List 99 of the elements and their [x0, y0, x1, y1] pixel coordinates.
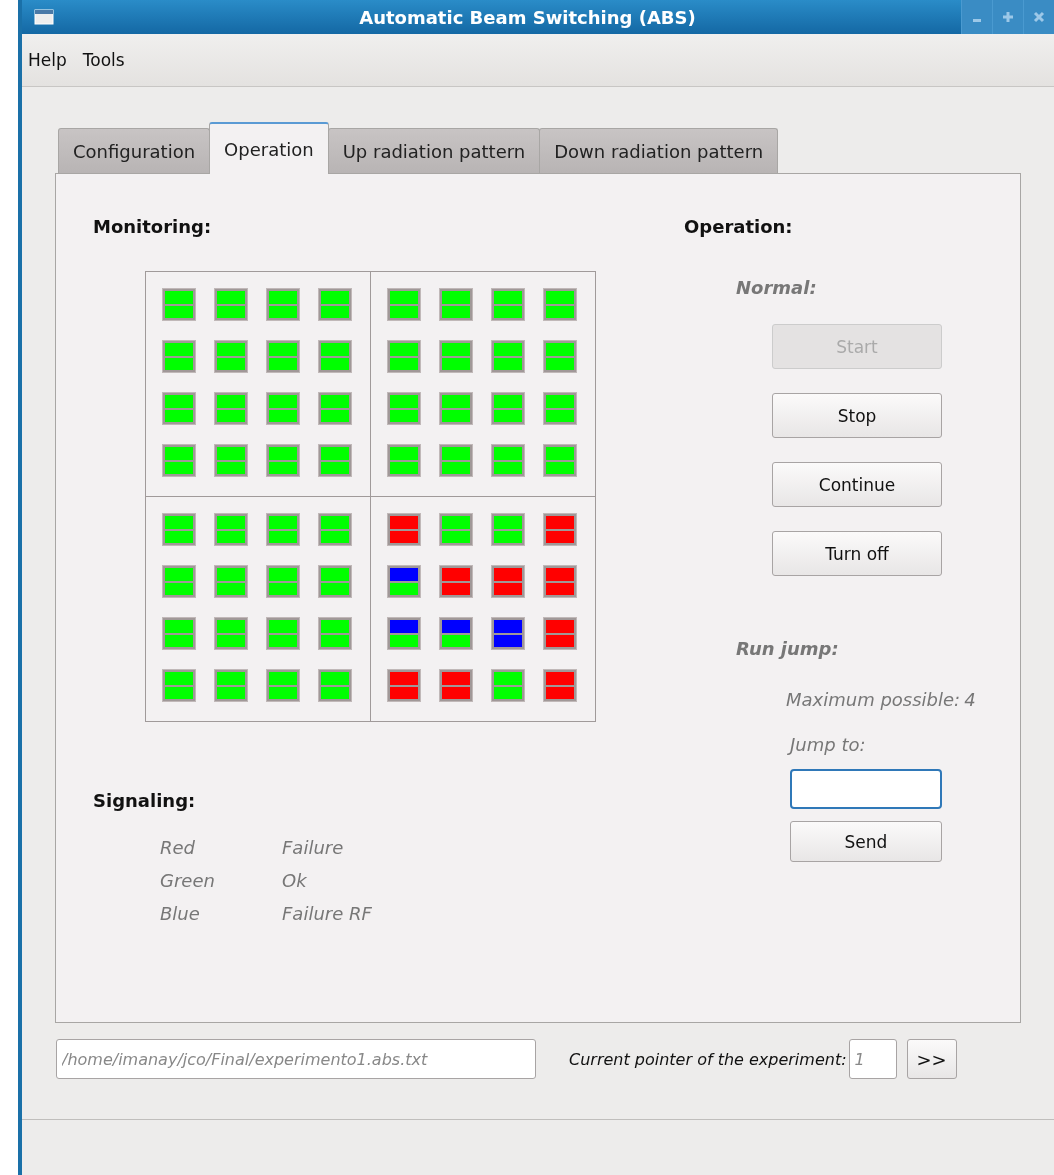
beam-indicator [266, 340, 300, 373]
legend-meaning: Ok [282, 870, 308, 891]
close-icon [1033, 11, 1045, 23]
beam-indicator [266, 392, 300, 425]
maximize-button[interactable] [992, 0, 1023, 34]
beam-indicator [214, 617, 248, 650]
beam-indicator [162, 513, 196, 546]
beam-indicator [214, 288, 248, 321]
menu-item[interactable]: Tools [82, 50, 125, 70]
beam-indicator [162, 288, 196, 321]
beam-indicator [490, 513, 525, 546]
beam-indicator [438, 288, 473, 321]
beam-indicator [266, 444, 300, 477]
window-title: Automatic Beam Switching (ABS) [358, 6, 697, 28]
minimize-button[interactable] [961, 0, 992, 34]
beam-indicator [214, 392, 248, 425]
legend-color: Red [160, 837, 196, 858]
beam-indicator [490, 340, 525, 373]
beam-indicator [438, 669, 473, 702]
maximum-label: Maximum possible: [786, 689, 961, 710]
beam-indicator [214, 669, 248, 702]
beam-indicator [490, 565, 525, 598]
beam-indicator [266, 565, 300, 598]
section-heading: Operation: [684, 216, 793, 237]
beam-indicator [266, 513, 300, 546]
beam-indicator [386, 513, 421, 546]
beam-indicator [214, 340, 248, 373]
beam-indicator [438, 565, 473, 598]
beam-indicator [386, 288, 421, 321]
beam-indicator [542, 669, 577, 702]
maximize-icon [1002, 11, 1014, 23]
tab[interactable]: Down radiation pattern [539, 128, 779, 173]
legend-color: Green [160, 870, 216, 891]
beam-indicator [542, 444, 577, 477]
beam-indicator [542, 340, 577, 373]
tab[interactable]: Configuration [58, 128, 211, 173]
beam-indicator [318, 617, 352, 650]
beam-indicator [318, 513, 352, 546]
beam-indicator [162, 617, 196, 650]
beam-indicator [266, 669, 300, 702]
tab[interactable]: Operation [209, 122, 329, 174]
action-button[interactable]: Stop [772, 393, 942, 438]
beam-indicator [318, 340, 352, 373]
beam-indicator [214, 513, 248, 546]
tab[interactable]: Up radiation pattern [327, 128, 541, 173]
section-heading: Monitoring: [93, 216, 212, 237]
section-heading: Signaling: [93, 790, 196, 811]
beam-indicator [318, 669, 352, 702]
pointer-field[interactable]: 1 [848, 1039, 897, 1079]
beam-indicator [438, 444, 473, 477]
beam-indicator [318, 392, 352, 425]
beam-indicator [542, 513, 577, 546]
beam-indicator [162, 444, 196, 477]
beam-indicator [438, 392, 473, 425]
beam-indicator [386, 565, 421, 598]
beam-indicator [162, 340, 196, 373]
next-button[interactable]: >> [906, 1039, 957, 1079]
beam-indicator [542, 392, 577, 425]
subsection-heading: Normal: [736, 277, 817, 298]
beam-indicator [386, 669, 421, 702]
beam-indicator [490, 617, 525, 650]
beam-indicator [386, 617, 421, 650]
beam-indicator [542, 288, 577, 321]
pointer-label: Current pointer of the experiment: [569, 1049, 847, 1069]
beam-indicator [490, 392, 525, 425]
beam-indicator [318, 288, 352, 321]
minimize-icon [973, 18, 981, 22]
beam-indicator [438, 513, 473, 546]
maximum-value: 4 [964, 689, 976, 710]
beam-indicator [490, 669, 525, 702]
beam-indicator [214, 565, 248, 598]
close-button[interactable] [1023, 0, 1054, 34]
action-button[interactable]: Continue [772, 462, 942, 507]
legend-meaning: Failure RF [282, 903, 373, 924]
beam-indicator [490, 444, 525, 477]
beam-indicator [490, 288, 525, 321]
beam-indicator [214, 444, 248, 477]
action-button[interactable]: Turn off [772, 531, 942, 576]
beam-indicator [438, 340, 473, 373]
beam-indicator [266, 617, 300, 650]
beam-indicator [386, 340, 421, 373]
legend-color: Blue [160, 903, 201, 924]
beam-indicator [266, 288, 300, 321]
beam-indicator [542, 617, 577, 650]
subsection-heading: Run jump: [736, 638, 839, 659]
beam-indicator [438, 617, 473, 650]
send-button[interactable]: Send [790, 821, 942, 862]
beam-indicator [162, 565, 196, 598]
beam-indicator [386, 444, 421, 477]
beam-indicator [318, 565, 352, 598]
beam-indicator [542, 565, 577, 598]
window-menu-icon[interactable] [34, 9, 54, 25]
beam-indicator [386, 392, 421, 425]
menu-item[interactable]: Help [28, 50, 67, 70]
legend-meaning: Failure [282, 837, 345, 858]
beam-indicator [318, 444, 352, 477]
beam-indicator [162, 669, 196, 702]
jump-field[interactable] [790, 769, 942, 809]
beam-indicator [162, 392, 196, 425]
